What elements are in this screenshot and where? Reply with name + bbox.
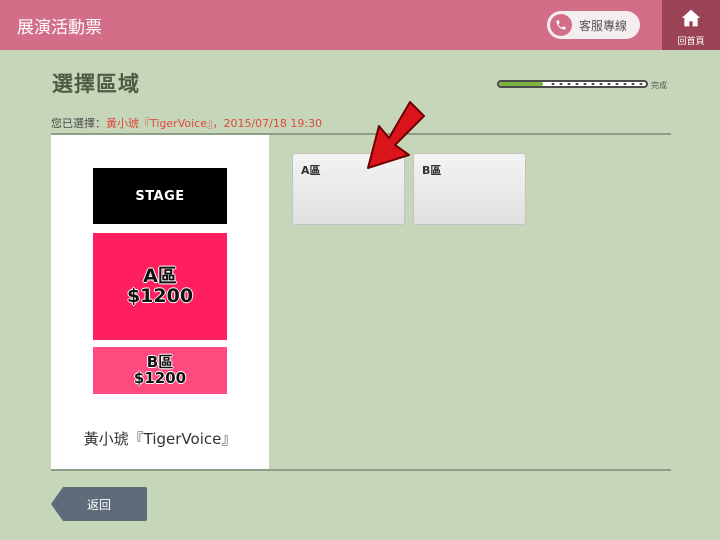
zone-a-name: A區: [143, 264, 177, 287]
venue-map: STAGE A區 $1200 B區 $1200 黃小琥『TigerVoice』: [51, 135, 269, 471]
home-label: 回首頁: [677, 37, 705, 47]
header-bar: 展演活動票 客服專線 回首頁: [0, 0, 720, 50]
divider-bottom: [51, 469, 671, 471]
progress-fill: [499, 82, 544, 86]
hotline-label: 客服專線: [579, 19, 628, 33]
selection-separator: ，: [212, 117, 224, 130]
back-button[interactable]: 返回: [51, 487, 147, 521]
home-button[interactable]: 回首頁: [662, 0, 720, 50]
phone-icon: [550, 14, 572, 36]
zone-a-block: A區 $1200: [93, 233, 227, 340]
page-title: 選擇區域: [52, 72, 140, 96]
progress-bar: [497, 80, 648, 88]
selection-datetime: 2015/07/18 19:30: [223, 117, 323, 130]
zone-b-block: B區 $1200: [93, 347, 227, 394]
area-a-label: A區: [301, 164, 321, 177]
hotline-button[interactable]: 客服專線: [547, 11, 640, 39]
progress-steps: [549, 83, 645, 85]
progress-label: 完成: [651, 81, 667, 90]
red-arrow-icon: [367, 101, 425, 169]
venue-caption: 黃小琥『TigerVoice』: [83, 430, 237, 448]
zone-a-price: $1200: [126, 284, 194, 307]
zone-b-price: $1200: [133, 368, 187, 387]
app-title: 展演活動票: [17, 18, 102, 38]
area-b-button[interactable]: B區: [413, 153, 526, 225]
selection-summary: 您已選擇：黃小琥『TigerVoice』，2015/07/18 19:30: [51, 115, 322, 131]
home-icon: [681, 9, 701, 27]
selection-prefix: 您已選擇：: [51, 117, 106, 130]
stage-block: STAGE: [93, 168, 227, 224]
selection-event: 黃小琥『TigerVoice』: [106, 117, 213, 130]
